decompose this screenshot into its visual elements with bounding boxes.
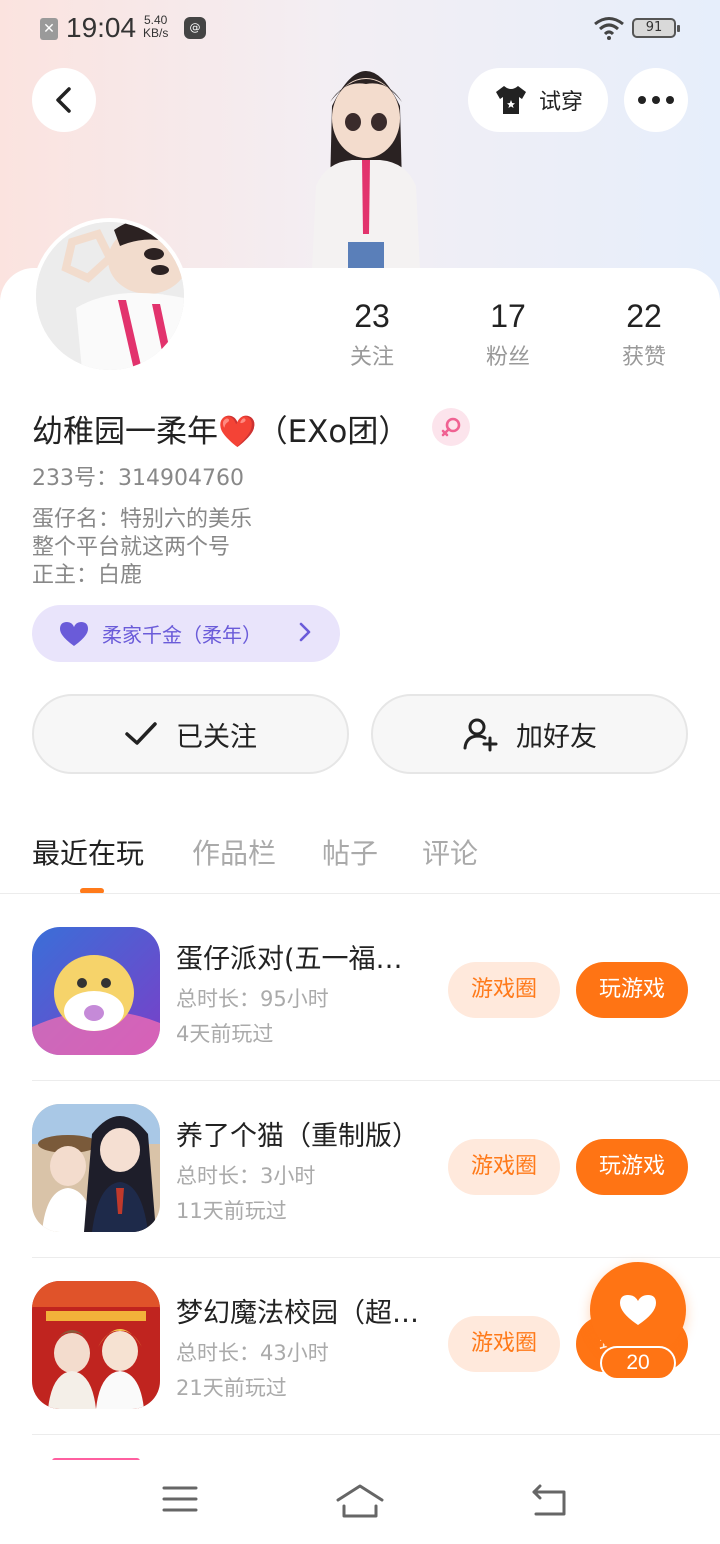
game-duration: 总时长：3小时 [176, 1164, 316, 1188]
more-dots-icon [638, 96, 674, 104]
user-id: 233号：314904760 [32, 466, 244, 491]
heart-icon [620, 1295, 656, 1325]
tab-recently-played[interactable]: 最近在玩 [32, 832, 144, 872]
chevron-left-icon [56, 87, 71, 113]
stat-likes[interactable]: 22 获赞 [594, 298, 694, 371]
game-title: 蛋仔派对(五一福利版) [176, 944, 426, 975]
game-title: 养了个猫（重制版） [176, 1121, 419, 1152]
game-list-item[interactable]: 养了个猫（重制版） 总时长：3小时 11天前玩过 游戏圈 玩游戏 [32, 1104, 720, 1281]
status-bar: ✕ 19:04 5.40 KB/s @ 91 [0, 0, 720, 56]
stat-following[interactable]: 23 关注 [322, 298, 422, 371]
bio-line: 蛋仔名：特别六的美乐 [32, 507, 253, 532]
app-notification-icon: @ [184, 17, 206, 39]
game-icon [32, 927, 160, 1055]
game-circle-button[interactable]: 游戏圈 [448, 1139, 560, 1195]
bio-line: 正主：白鹿 [32, 563, 143, 588]
tab-comments[interactable]: 评论 [422, 832, 478, 872]
game-last-played: 11天前玩过 [176, 1199, 287, 1223]
fan-badge-label: 柔家千金（柔年） [102, 623, 262, 647]
follow-label: 已关注 [176, 721, 257, 753]
game-circle-button[interactable]: 游戏圈 [448, 1316, 560, 1372]
game-duration: 总时长：43小时 [176, 1341, 329, 1365]
fan-group-badge[interactable]: 柔家千金（柔年） [32, 605, 340, 662]
divider [32, 1434, 720, 1435]
stat-fans[interactable]: 17 粉丝 [458, 298, 558, 371]
game-duration: 总时长：95小时 [176, 987, 329, 1011]
notification-icon: ✕ [40, 18, 58, 40]
system-nav-bar [0, 1460, 720, 1544]
tab-works[interactable]: 作品栏 [192, 832, 276, 872]
divider [32, 1080, 720, 1081]
network-speed: 5.40 KB/s [143, 13, 169, 40]
play-game-button[interactable]: 玩游戏 [576, 1139, 688, 1195]
home-icon[interactable] [336, 1484, 384, 1518]
divider [32, 1257, 720, 1258]
game-icon [32, 1104, 160, 1232]
add-friend-button[interactable]: 加好友 [371, 694, 688, 774]
back-button[interactable] [32, 68, 96, 132]
status-time: 19:04 [66, 12, 137, 43]
divider [0, 893, 720, 894]
game-last-played: 21天前玩过 [176, 1376, 287, 1400]
like-button[interactable] [590, 1262, 686, 1358]
follow-button[interactable]: 已关注 [32, 694, 349, 774]
game-icon [32, 1281, 160, 1409]
battery-icon: 91 [632, 18, 680, 38]
back-nav-icon[interactable] [530, 1484, 568, 1516]
game-last-played: 4天前玩过 [176, 1022, 274, 1046]
bio-line: 整个平台就这两个号 [32, 535, 231, 560]
game-list-item[interactable]: 蛋仔派对(五一福利版) 总时长：95小时 4天前玩过 游戏圈 玩游戏 [32, 927, 720, 1104]
wifi-icon [594, 17, 624, 40]
profile-name: 幼稚园一柔年❤️（EXo团） [32, 414, 410, 450]
avatar-image [36, 222, 184, 370]
tshirt-icon [495, 86, 526, 114]
character-avatar-figure [312, 71, 420, 270]
female-gender-icon [432, 408, 470, 446]
profile-bio: 蛋仔名：特别六的美乐 整个平台就这两个号 正主：白鹿 [32, 506, 252, 590]
tab-posts[interactable]: 帖子 [322, 832, 378, 872]
like-count-badge: 20 [600, 1346, 676, 1380]
game-circle-button[interactable]: 游戏圈 [448, 962, 560, 1018]
heart-icon [60, 621, 88, 646]
more-button[interactable] [624, 68, 688, 132]
add-user-icon [463, 718, 498, 752]
try-on-button[interactable]: 试穿 [468, 68, 608, 132]
play-game-button[interactable]: 玩游戏 [576, 962, 688, 1018]
menu-icon[interactable] [162, 1484, 198, 1514]
add-friend-label: 加好友 [516, 721, 597, 753]
chevron-right-icon [299, 622, 311, 642]
profile-avatar[interactable] [32, 218, 188, 374]
checkmark-icon [125, 722, 157, 745]
game-title: 梦幻魔法校园（超级版） [176, 1298, 426, 1329]
try-on-label: 试穿 [538, 90, 583, 115]
